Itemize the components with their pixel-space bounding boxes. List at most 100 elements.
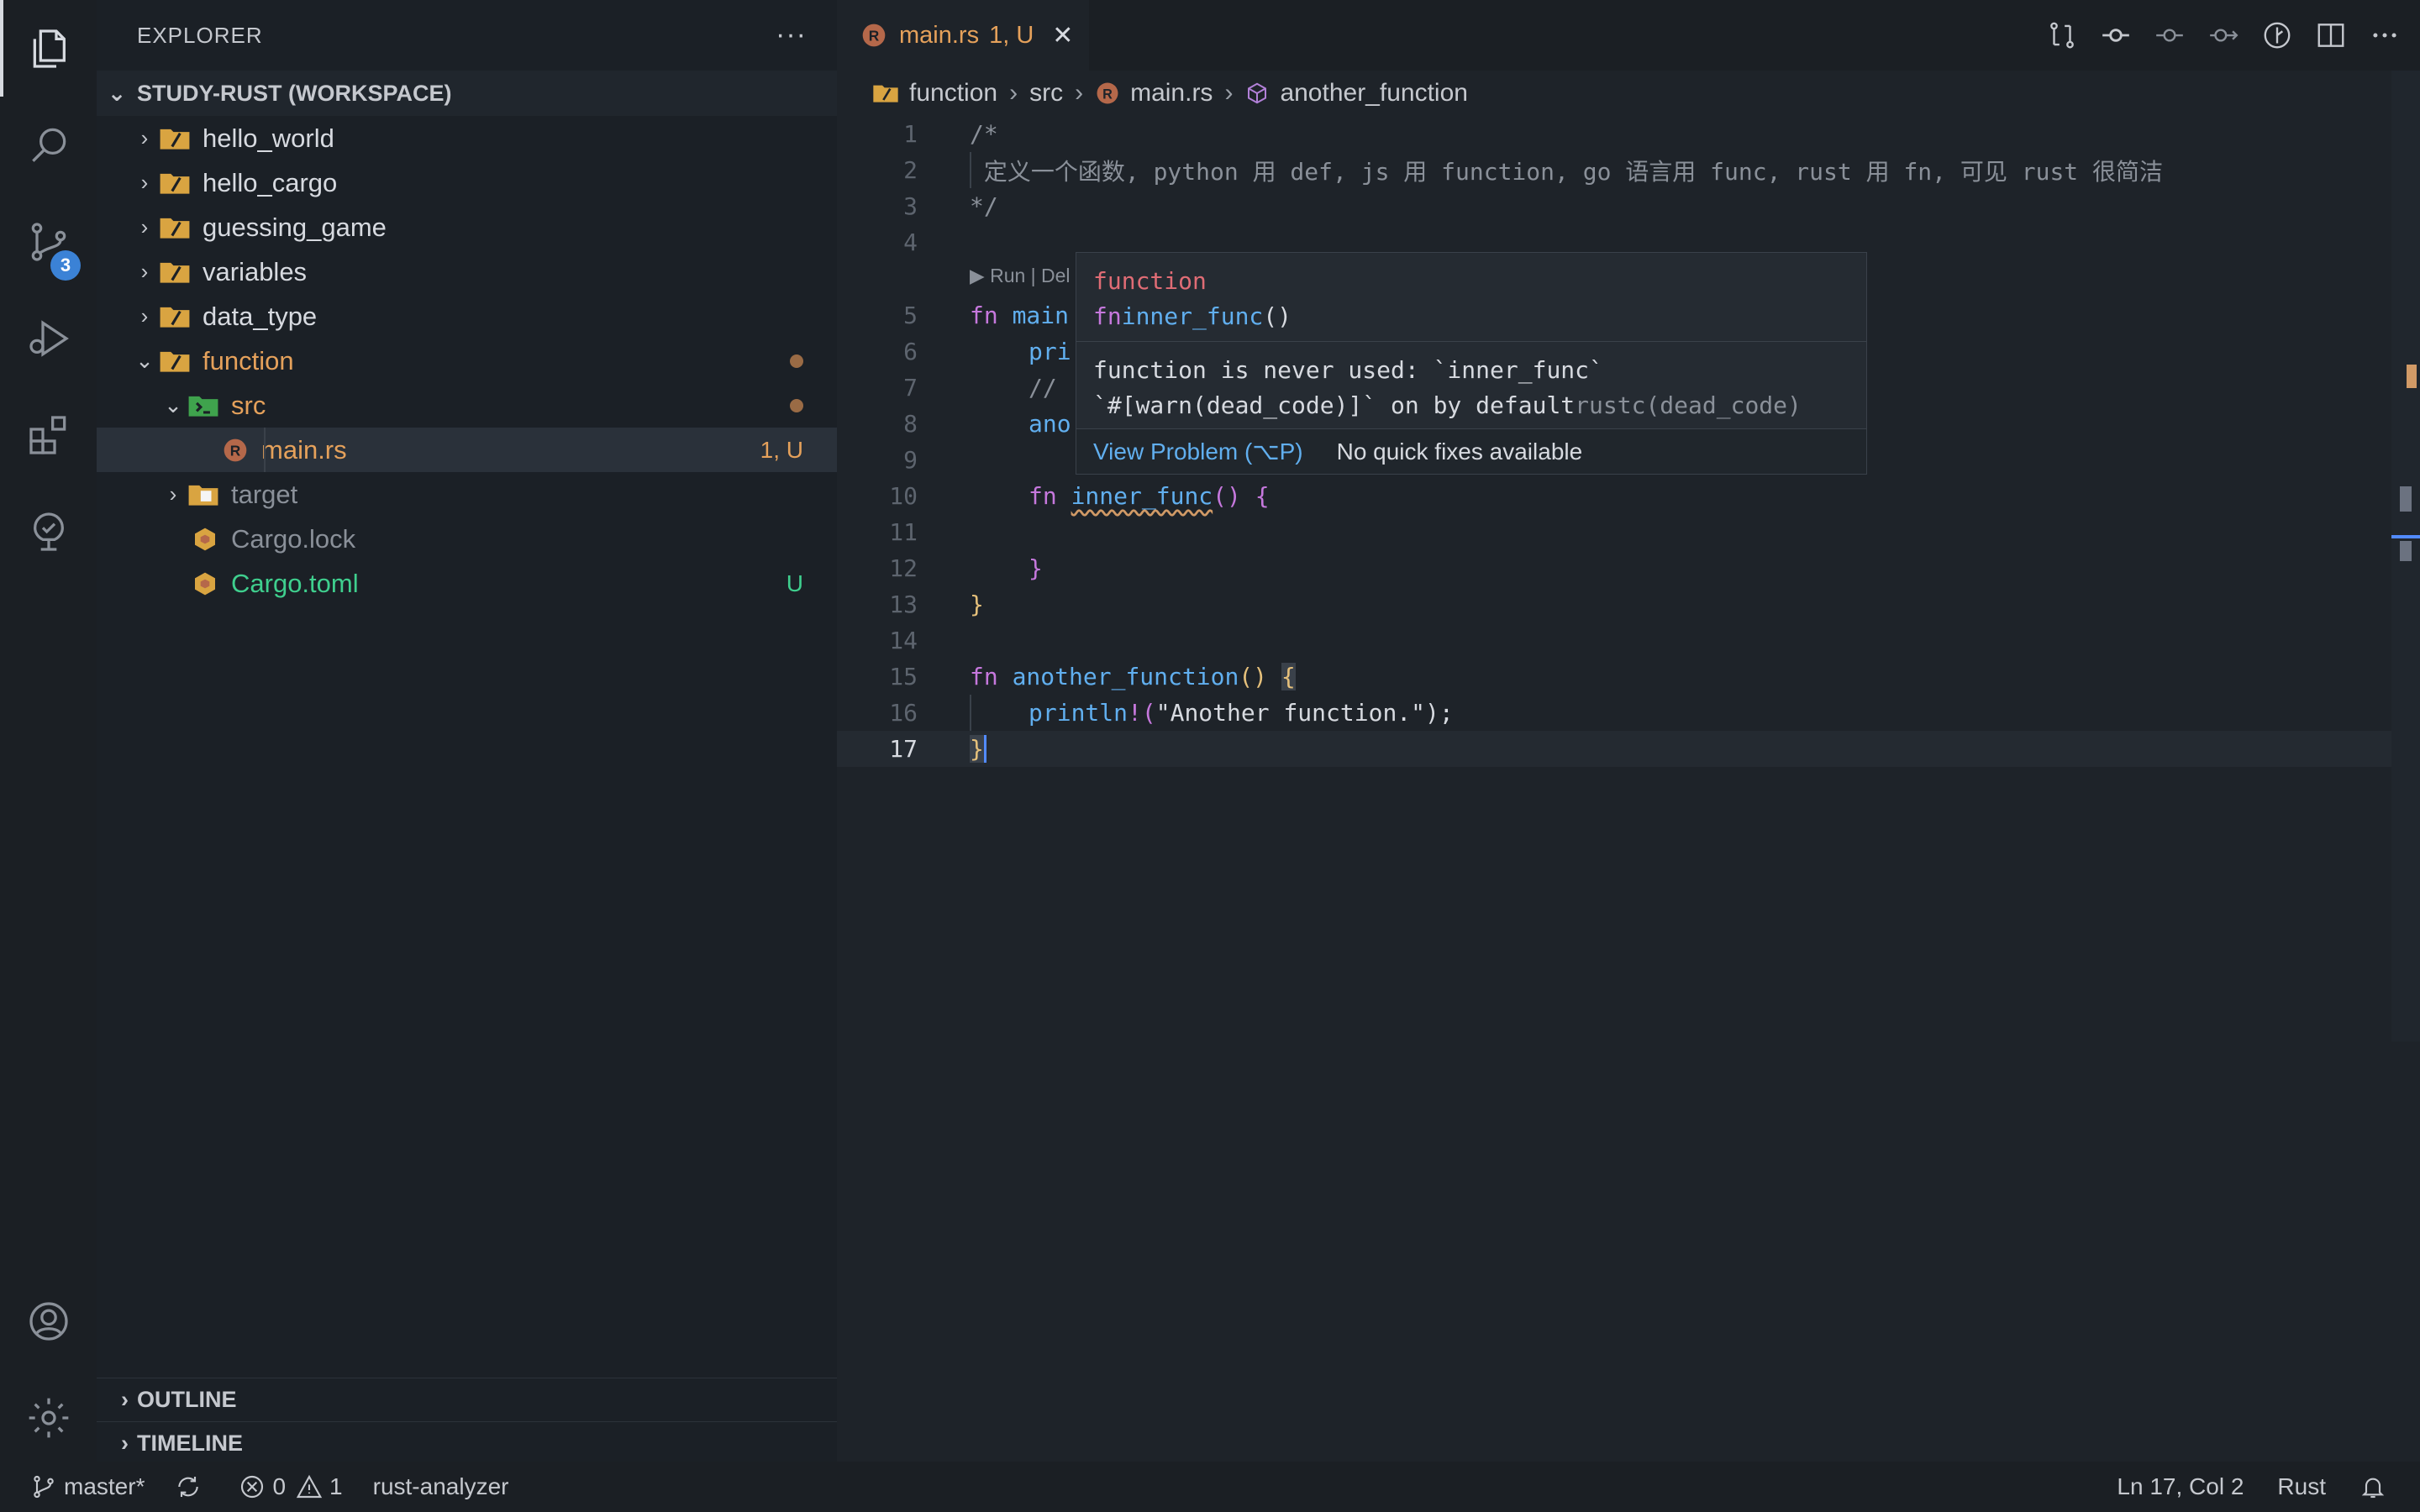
code-line-current: 17 } xyxy=(837,731,2391,767)
warning-icon xyxy=(296,1474,323,1499)
scroll-marker xyxy=(2400,486,2412,512)
tree-item-function[interactable]: ⌄ function xyxy=(97,339,837,383)
explorer-sidebar: EXPLORER ··· ⌄ STUDY-RUST (WORKSPACE) › … xyxy=(97,0,837,1462)
tree-item-src[interactable]: ⌄ src xyxy=(97,383,837,428)
line-number: 4 xyxy=(903,228,918,256)
function-name-warning[interactable]: inner_func xyxy=(1071,482,1213,510)
no-quick-fixes-text: No quick fixes available xyxy=(1336,438,1583,465)
more-actions-icon[interactable]: ··· xyxy=(776,18,807,51)
tree-item-data-type[interactable]: › data_type xyxy=(97,294,837,339)
chevron-right-icon: › xyxy=(140,125,149,150)
code-text: 定义一个函数, python 用 def, js 用 function, go … xyxy=(970,157,2164,186)
search-icon[interactable] xyxy=(0,97,97,193)
string-literal: "Another function." xyxy=(1155,699,1426,727)
git-next-icon[interactable] xyxy=(2205,17,2242,54)
chevron-right-icon: › xyxy=(169,481,177,507)
source-control-icon[interactable]: 3 xyxy=(0,193,97,290)
view-problem-link[interactable]: View Problem (⌥P) xyxy=(1093,438,1303,465)
explorer-header: EXPLORER ··· xyxy=(97,0,837,71)
tree-item-variables[interactable]: › variables xyxy=(97,249,837,294)
rust-file-icon: R xyxy=(1095,81,1120,106)
code-text: } xyxy=(1028,554,1043,582)
workspace-name: STUDY-RUST (WORKSPACE) xyxy=(137,80,452,106)
compare-changes-icon[interactable] xyxy=(2044,17,2081,54)
tree-item-guessing-game[interactable]: › guessing_game xyxy=(97,205,837,249)
code-line: 11 xyxy=(837,514,2391,550)
testing-icon[interactable] xyxy=(0,483,97,580)
close-icon[interactable]: ✕ xyxy=(1052,21,1073,50)
line-number: 13 xyxy=(889,591,918,618)
breadcrumb-item[interactable]: another_function xyxy=(1280,79,1468,108)
code-text: fn main xyxy=(970,302,1069,329)
breadcrumb-item[interactable]: src xyxy=(1029,79,1063,108)
extensions-icon[interactable] xyxy=(0,386,97,483)
timeline-section[interactable]: › TIMELINE xyxy=(97,1421,837,1465)
sync-button[interactable] xyxy=(175,1473,208,1500)
chevron-right-icon: › xyxy=(1075,79,1084,107)
workspace-header[interactable]: ⌄ STUDY-RUST (WORKSPACE) xyxy=(97,71,837,116)
line-number: 6 xyxy=(903,338,918,365)
line-number: 12 xyxy=(889,554,918,582)
diagnostic-detail: `#[warn(dead_code)]` on by default xyxy=(1093,391,1576,419)
notifications-bell-icon[interactable] xyxy=(2360,1473,2386,1500)
tree-item-label: function xyxy=(203,345,294,375)
accounts-icon[interactable] xyxy=(0,1273,97,1369)
split-editor-icon[interactable] xyxy=(2312,17,2349,54)
breadcrumb-item[interactable]: main.rs xyxy=(1130,79,1213,108)
warning-marker xyxy=(2407,365,2417,388)
indent-guide xyxy=(970,152,971,188)
tree-item-target[interactable]: › target xyxy=(97,472,837,517)
run-debug-icon[interactable] xyxy=(0,290,97,386)
outline-section[interactable]: › OUTLINE xyxy=(97,1378,837,1421)
keyword: fn xyxy=(1093,302,1122,330)
status-bar-right: Ln 17, Col 2 Rust xyxy=(2117,1473,2386,1500)
folder-icon xyxy=(160,262,190,283)
code-text: } xyxy=(970,591,984,618)
line-number: 5 xyxy=(903,302,918,329)
line-number: 1 xyxy=(903,120,918,148)
breadcrumb-item[interactable]: function xyxy=(909,79,997,108)
git-previous-icon[interactable] xyxy=(2151,17,2188,54)
tree-item-cargo-lock[interactable]: Cargo.lock xyxy=(97,517,837,561)
tree-item-hello-cargo[interactable]: › hello_cargo xyxy=(97,160,837,205)
hover-actions: View Problem (⌥P) No quick fixes availab… xyxy=(1076,428,1866,474)
folder-icon xyxy=(160,129,190,150)
hover-kind: function xyxy=(1093,266,1207,295)
branch-indicator[interactable]: master* xyxy=(30,1473,145,1500)
codelens-run[interactable]: ▶ Run | Del xyxy=(970,265,1071,287)
tree-item-cargo-toml[interactable]: Cargo.toml U xyxy=(97,561,837,606)
code-text: ano xyxy=(1028,410,1071,438)
language-server-status[interactable]: rust-analyzer xyxy=(373,1473,509,1500)
code-text: } xyxy=(970,735,986,763)
cursor-position[interactable]: Ln 17, Col 2 xyxy=(2117,1473,2244,1500)
svg-text:R: R xyxy=(869,28,880,45)
settings-gear-icon[interactable] xyxy=(0,1369,97,1466)
chevron-right-icon: › xyxy=(121,1387,129,1412)
tree-item-label: hello_cargo xyxy=(203,167,338,197)
problems-indicator[interactable]: 0 1 xyxy=(239,1473,343,1500)
svg-text:R: R xyxy=(1102,87,1113,102)
tree-item-main-rs[interactable]: R main.rs 1, U xyxy=(97,428,837,472)
tab-main-rs[interactable]: R main.rs 1, U ✕ xyxy=(837,0,1089,71)
more-actions-icon[interactable] xyxy=(2366,17,2403,54)
explorer-icon[interactable] xyxy=(0,0,97,97)
tree-item-hello-world[interactable]: › hello_world xyxy=(97,116,837,160)
scm-badge: 3 xyxy=(50,250,81,281)
overview-ruler[interactable] xyxy=(2391,71,2420,1042)
folder-icon xyxy=(160,307,190,328)
language-mode[interactable]: Rust xyxy=(2277,1473,2326,1500)
folder-src-icon xyxy=(188,396,218,417)
folder-icon xyxy=(872,81,899,105)
git-commit-icon[interactable] xyxy=(2097,17,2134,54)
parens: () xyxy=(1263,302,1292,330)
folder-target-icon xyxy=(188,485,218,506)
code-line: 14 xyxy=(837,622,2391,659)
hover-diagnostic: function is never used: `inner_func` `#[… xyxy=(1076,342,1866,434)
editor-area: R main.rs 1, U ✕ function › src › R main… xyxy=(837,0,2420,1462)
tree-item-label: target xyxy=(231,479,298,509)
tab-bar: R main.rs 1, U ✕ xyxy=(837,0,2420,71)
hover-tooltip: function fn inner_func() function is nev… xyxy=(1076,252,1867,475)
diagnostic-source: rustc(dead_code) xyxy=(1575,391,1802,419)
timeline-history-icon[interactable] xyxy=(2259,17,2296,54)
tree-item-label: Cargo.toml xyxy=(231,568,359,598)
